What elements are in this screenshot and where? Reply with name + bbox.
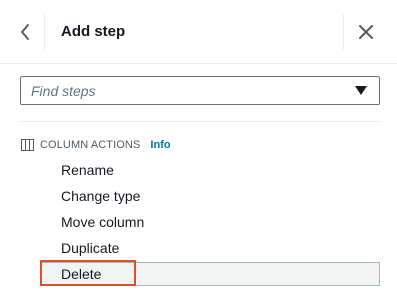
caret-down-icon[interactable]	[355, 86, 367, 95]
panel-title: Add step	[61, 23, 126, 40]
columns-icon	[21, 139, 34, 151]
action-duplicate[interactable]: Duplicate	[40, 235, 380, 261]
column-actions-list: Rename Change type Move column Duplicate…	[40, 157, 380, 286]
section-header: COLUMN ACTIONS Info	[21, 137, 171, 153]
search-input[interactable]	[21, 77, 341, 104]
chevron-left-icon	[21, 24, 29, 40]
close-icon	[359, 25, 373, 39]
section-label: COLUMN ACTIONS	[40, 139, 141, 151]
panel-header: Add step	[0, 0, 397, 64]
action-change-type[interactable]: Change type	[40, 183, 380, 209]
find-steps-search	[20, 76, 380, 105]
header-divider	[343, 14, 344, 50]
info-link[interactable]: Info	[150, 139, 170, 151]
action-move-column[interactable]: Move column	[40, 209, 380, 235]
header-divider	[44, 14, 45, 50]
action-rename[interactable]: Rename	[40, 157, 380, 183]
action-delete[interactable]: Delete	[40, 262, 380, 286]
section-divider	[20, 121, 380, 122]
add-step-panel: Add step COLUMN ACTIONS Info Rename Chan…	[0, 0, 397, 302]
back-button[interactable]	[12, 18, 38, 46]
close-button[interactable]	[353, 18, 379, 46]
